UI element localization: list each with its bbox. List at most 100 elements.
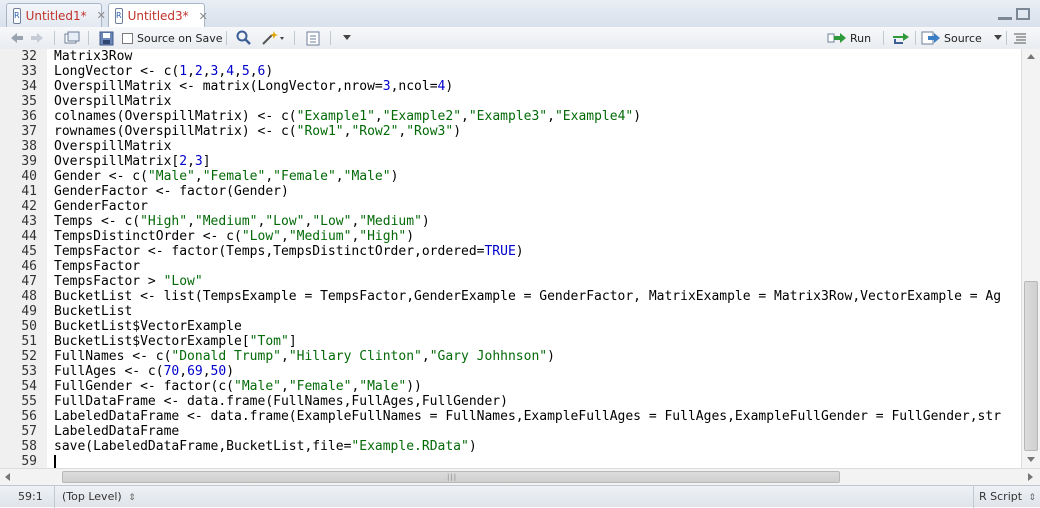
outline-menu-icon[interactable] [1013, 29, 1027, 47]
save-icon[interactable] [99, 29, 114, 47]
r-file-icon: R [115, 8, 123, 24]
code-token: "Medium" [359, 214, 422, 229]
code-token: )) [406, 379, 422, 394]
code-token: "Row3" [406, 124, 454, 139]
line-number: 51 [21, 334, 37, 349]
line-number: 32 [21, 49, 37, 64]
code-token: , [179, 364, 188, 379]
status-bar: 59:1 (Top Level) ⇕ R Script ⇕ [0, 485, 1040, 508]
editor-toolbar: Source on Save Run Source [0, 27, 1040, 50]
code-token: , [202, 364, 211, 379]
r-file-icon: R [13, 7, 21, 24]
source-on-save-label: Source on Save [137, 31, 223, 45]
toolbar-separator [226, 31, 227, 45]
code-token: , [374, 109, 383, 124]
horizontal-scrollbar[interactable]: ||| [0, 468, 1040, 485]
code-token: 50 [210, 364, 227, 379]
close-icon[interactable]: ✕ [199, 10, 208, 23]
code-token: ) [265, 64, 274, 79]
code-token: "Male" [234, 379, 281, 394]
vertical-scroll-thumb[interactable] [1024, 281, 1038, 451]
code-token: , [234, 64, 242, 79]
code-text: FullDataFrame <- data.frame(FullNames,Fu… [54, 394, 508, 409]
code-token: ] [202, 154, 211, 169]
code-text: FullNames <- c("Donald Trump","Hillary C… [54, 349, 555, 364]
code-token: Gender <- c( [54, 169, 148, 184]
filetype-selector[interactable]: R Script ⇕ [979, 490, 1036, 503]
rerun-button[interactable] [891, 29, 911, 47]
minimize-pane-icon[interactable] [998, 8, 1012, 20]
code-token: 2 [179, 154, 188, 169]
code-token: , [335, 169, 344, 184]
scope-label: (Top Level) [62, 490, 122, 503]
code-token: Matrix3Row [54, 49, 133, 64]
checkbox-icon[interactable] [122, 32, 133, 44]
line-number: 48 [21, 289, 37, 304]
code-token: GenderFactor [54, 199, 148, 214]
show-in-window-icon[interactable] [64, 29, 80, 47]
scroll-left-arrow-icon[interactable] [5, 473, 10, 481]
code-text: LabeledDataFrame <- data.frame(ExampleFu… [54, 409, 1001, 424]
code-token: , [461, 109, 469, 124]
grip-icon: ||| [447, 473, 458, 481]
toolbar-separator [915, 31, 916, 45]
run-button[interactable]: Run [827, 29, 871, 47]
line-number: 49 [21, 304, 37, 319]
source-button[interactable]: Source [921, 29, 1002, 47]
code-token: BucketList$VectorExample [54, 319, 242, 334]
code-token: ,ncol= [390, 79, 438, 94]
scope-selector[interactable]: (Top Level) ⇕ [62, 490, 136, 503]
cursor-position: 59:1 [18, 490, 43, 503]
code-text: OverspillMatrix [54, 139, 171, 154]
line-number: 56 [21, 409, 37, 424]
toolbar-separator [883, 31, 884, 45]
close-icon[interactable]: ✕ [97, 9, 106, 22]
code-token: , [249, 64, 258, 79]
code-token: FullNames <- c( [54, 349, 172, 364]
code-text: LongVector <- c(1,2,3,4,5,6) [54, 64, 273, 79]
code-token: 1 [179, 64, 188, 79]
tab-untitled1[interactable]: R Untitled1* ✕ [6, 3, 106, 27]
code-token: "Female" [202, 169, 266, 184]
code-token: ] [288, 334, 297, 349]
code-token: "Low" [241, 229, 281, 244]
code-token: 5 [241, 64, 250, 79]
code-token: , [280, 349, 289, 364]
source-on-save-checkbox[interactable]: Source on Save [122, 29, 222, 47]
code-token: , [187, 214, 195, 229]
code-text: GenderFactor [54, 199, 148, 214]
back-arrow-icon[interactable] [9, 29, 25, 47]
tab-untitled3[interactable]: R Untitled3* ✕ [108, 3, 208, 28]
maximize-pane-icon[interactable] [1016, 8, 1030, 20]
scroll-down-arrow-icon[interactable] [1027, 457, 1035, 462]
vertical-scrollbar[interactable] [1021, 49, 1040, 468]
code-text: FullGender <- factor(c("Male","Female","… [54, 379, 422, 394]
horizontal-scroll-thumb[interactable]: ||| [62, 471, 840, 483]
forward-arrow-icon[interactable] [29, 29, 45, 47]
code-token: colnames(OverspillMatrix) <- c( [54, 109, 297, 124]
code-text: Temps <- c("High","Medium","Low","Low","… [54, 214, 430, 229]
line-number: 44 [21, 229, 37, 244]
code-editor[interactable]: 32 Matrix3Row 33 LongVector <- c(1,2,3,4,5,… [0, 49, 1021, 468]
updown-chevron-icon: ⇕ [1028, 493, 1037, 503]
compile-report-icon[interactable] [305, 29, 321, 47]
code-token: OverspillMatrix <- matrix(LongVector,nro… [54, 79, 383, 94]
line-number: 34 [21, 79, 37, 94]
code-token: ) [453, 124, 462, 139]
code-token: 69 [187, 364, 203, 379]
scroll-right-arrow-icon[interactable] [1028, 473, 1033, 481]
toolbar-separator [88, 31, 89, 45]
code-token: "Example1" [296, 109, 375, 124]
code-token: ) [406, 229, 415, 244]
source-label: Source [944, 31, 982, 45]
search-icon[interactable] [236, 29, 252, 47]
code-token: ) [445, 79, 454, 94]
scroll-up-arrow-icon[interactable] [1027, 54, 1035, 59]
code-token: "Male" [147, 169, 195, 184]
magic-wand-icon[interactable] [261, 29, 285, 47]
code-text: OverspillMatrix <- matrix(LongVector,nro… [54, 79, 453, 94]
line-number: 55 [21, 394, 37, 409]
status-separator [54, 486, 55, 508]
code-token: "Male" [343, 169, 391, 184]
chevron-down-icon[interactable] [343, 29, 351, 47]
